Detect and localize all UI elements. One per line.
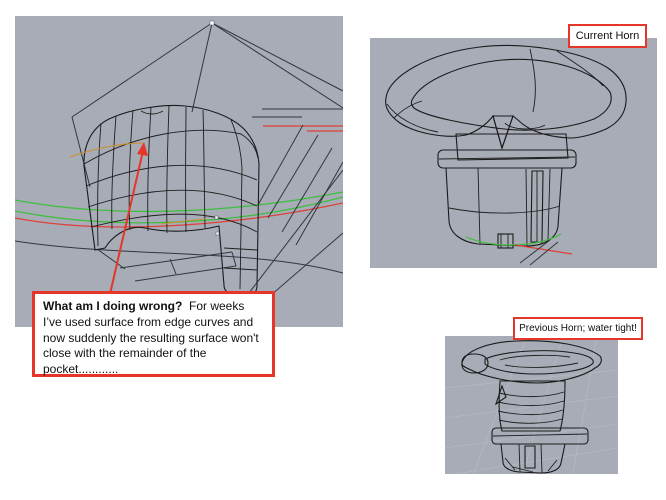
question-annotation: What am I doing wrong? For weeks I’ve us… [32, 291, 275, 377]
previous-horn-label: Previous Horn; water tight! [513, 317, 643, 340]
current-horn-label: Current Horn [568, 24, 647, 48]
current-horn-model [385, 45, 627, 266]
previous-horn-viewport [445, 336, 618, 474]
wireframe-lines [71, 22, 343, 246]
annotated-cad-screenshot: What am I doing wrong? For weeks I’ve us… [0, 0, 666, 500]
wireframe-viewport [15, 16, 343, 327]
current-horn-render [385, 45, 627, 266]
question-bold-text: What am I doing wrong? [43, 299, 183, 313]
red-arrow [109, 142, 148, 295]
previous-horn-render [445, 336, 618, 474]
current-horn-viewport [370, 38, 657, 268]
ground-grid [445, 336, 618, 474]
wireframe-drawing [15, 20, 343, 327]
